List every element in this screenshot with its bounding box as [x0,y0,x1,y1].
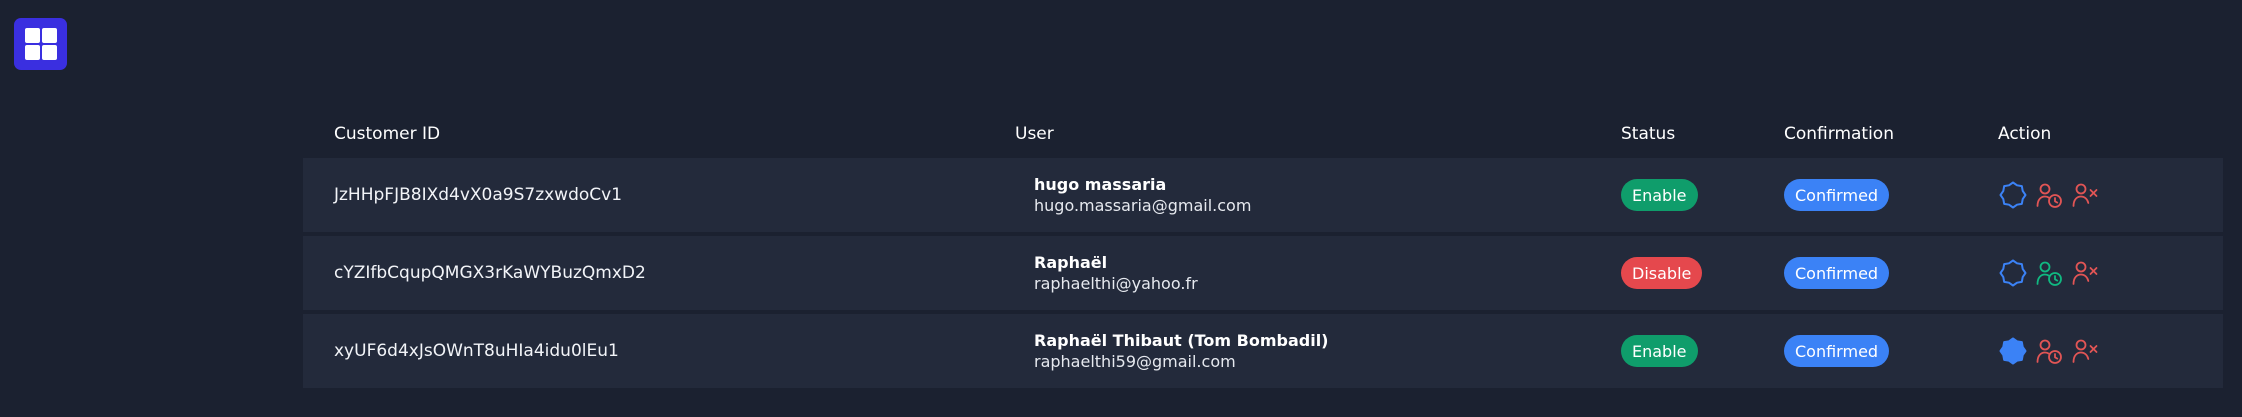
user-history-button[interactable] [2034,180,2064,210]
table-header: Customer ID User Status Confirmation Act… [303,112,2223,158]
header-status: Status [1621,124,1676,144]
header-confirmation: Confirmation [1784,124,1894,144]
verified-badge-outline-icon [1999,181,2027,209]
remove-user-button[interactable] [2070,336,2100,366]
customer-id-cell: JzHHpFJB8IXd4vX0a9S7zxwdoCv1 [334,185,623,205]
user-history-button[interactable] [2034,336,2064,366]
user-name: hugo massaria [1034,175,1167,194]
page: Customer ID User Status Confirmation Act… [0,0,2242,417]
table-row: JzHHpFJB8IXd4vX0a9S7zxwdoCv1 hugo massar… [303,158,2223,232]
user-remove-icon [2072,261,2098,285]
user-remove-icon [2072,339,2098,363]
table-body: JzHHpFJB8IXd4vX0a9S7zxwdoCv1 hugo massar… [303,158,2223,388]
user-cell: Raphaël Thibaut (Tom Bombadil) raphaelth… [1034,330,1329,372]
row-actions [1998,258,2100,288]
verify-button[interactable] [1998,336,2028,366]
verify-button[interactable] [1998,258,2028,288]
confirmation-badge: Confirmed [1784,179,1890,211]
app-logo-button[interactable] [14,18,67,70]
verified-badge-outline-icon [1999,259,2027,287]
user-clock-icon [2036,183,2062,208]
status-badge: Disable [1621,257,1703,289]
user-email: hugo.massaria@gmail.com [1034,196,1252,215]
user-email: raphaelthi@yahoo.fr [1034,274,1198,293]
customer-id-cell: xyUF6d4xJsOWnT8uHIa4idu0lEu1 [334,341,619,361]
user-remove-icon [2072,183,2098,207]
verified-badge-filled-icon [1999,337,2027,365]
verify-button[interactable] [1998,180,2028,210]
user-name: Raphaël Thibaut (Tom Bombadil) [1034,331,1329,350]
user-clock-icon [2036,261,2062,286]
user-email: raphaelthi59@gmail.com [1034,352,1236,371]
user-clock-icon [2036,339,2062,364]
status-badge: Enable [1621,335,1698,367]
customers-table: Customer ID User Status Confirmation Act… [303,112,2223,388]
remove-user-button[interactable] [2070,180,2100,210]
table-row: cYZIfbCqupQMGX3rKaWYBuzQmxD2 Raphaël rap… [303,236,2223,310]
user-history-button[interactable] [2034,258,2064,288]
header-user: User [1015,124,1054,144]
table-row: xyUF6d4xJsOWnT8uHIa4idu0lEu1 Raphaël Thi… [303,314,2223,388]
user-name: Raphaël [1034,253,1108,272]
header-customer-id: Customer ID [334,124,441,144]
user-cell: Raphaël raphaelthi@yahoo.fr [1034,252,1198,294]
remove-user-button[interactable] [2070,258,2100,288]
grid-logo-icon [24,28,57,60]
customer-id-cell: cYZIfbCqupQMGX3rKaWYBuzQmxD2 [334,263,646,283]
row-actions [1998,336,2100,366]
header-action: Action [1998,124,2052,144]
row-actions [1998,180,2100,210]
status-badge: Enable [1621,179,1698,211]
confirmation-badge: Confirmed [1784,257,1890,289]
confirmation-badge: Confirmed [1784,335,1890,367]
user-cell: hugo massaria hugo.massaria@gmail.com [1034,174,1251,216]
